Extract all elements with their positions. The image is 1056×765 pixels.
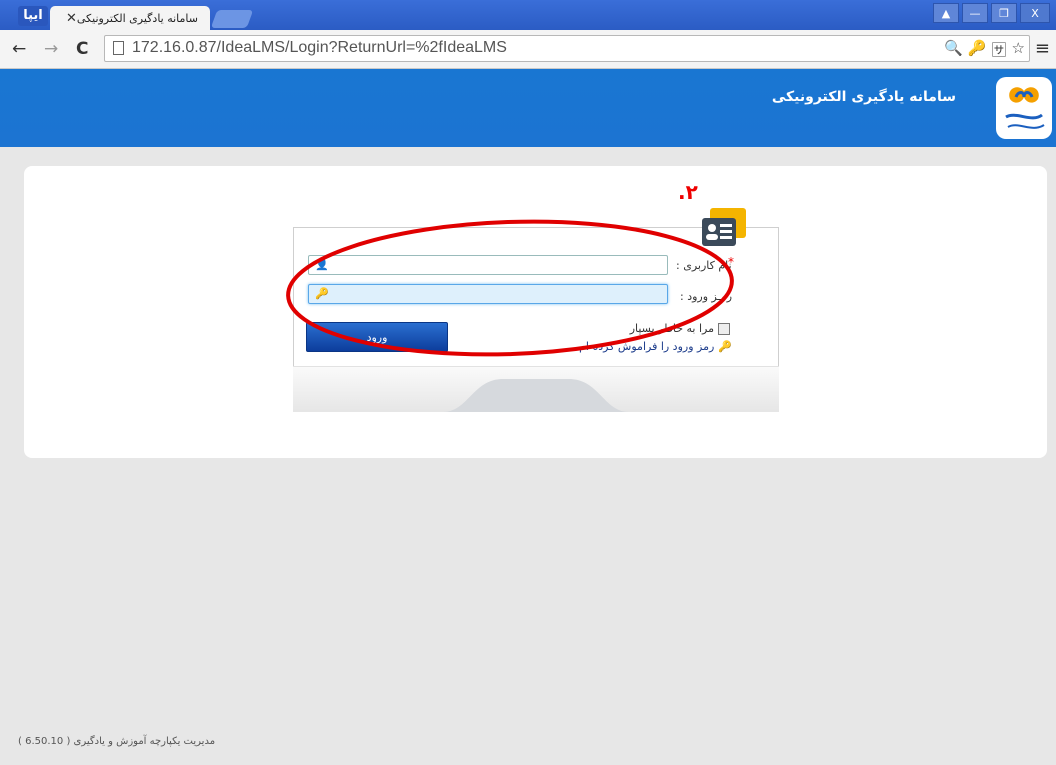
key-icon[interactable]: 🔑 — [968, 39, 987, 60]
remember-me[interactable]: مرا به خاطر بسپار — [630, 322, 730, 335]
tab-close-icon[interactable]: ✕ — [66, 11, 77, 26]
user-card-icon — [700, 208, 746, 248]
url-text[interactable]: 172.16.0.87/IdeaLMS/Login?ReturnUrl=%2fI… — [132, 39, 507, 57]
key-icon: 🔑 — [315, 287, 329, 300]
window-controls: ▲ — ❐ X — [933, 3, 1050, 23]
new-tab-button[interactable] — [210, 10, 254, 28]
forgot-password-label[interactable]: رمز ورود را فراموش کرده ام — [579, 340, 714, 353]
forward-icon[interactable]: → — [44, 39, 58, 59]
back-icon[interactable]: ← — [12, 39, 26, 59]
forgot-password-link[interactable]: 🔑 رمز ورود را فراموش کرده ام — [579, 340, 732, 353]
app-badge-icon: ایپا — [18, 6, 48, 26]
tab-title: سامانه یادگیری الکترونیکی — [76, 11, 198, 25]
translate-icon[interactable]: 🈂 — [992, 39, 1007, 60]
username-label: نام کاربری : — [676, 259, 732, 272]
login-button[interactable]: ورود — [306, 322, 448, 352]
username-input[interactable]: 👤 — [308, 255, 668, 275]
password-label: رمـز ورود : — [680, 290, 733, 303]
annotation-number: .۲ — [678, 180, 698, 204]
reload-icon[interactable]: C — [76, 39, 88, 59]
close-window-button[interactable]: X — [1020, 3, 1050, 23]
remember-label: مرا به خاطر بسپار — [629, 322, 714, 335]
login-panel-footer — [293, 366, 779, 412]
minimize-button[interactable]: — — [962, 3, 988, 23]
footer-version: مدیریت یکپارچه آموزش و یادگیری ( 6.50.10… — [18, 736, 216, 747]
browser-toolbar: ← → C 172.16.0.87/IdeaLMS/Login?ReturnUr… — [0, 30, 1056, 69]
remember-checkbox[interactable] — [718, 322, 730, 335]
site-title: سامانه یادگیری الکترونیکی — [771, 89, 956, 105]
browser-titlebar: ایپا ✕ سامانه یادگیری الکترونیکی ▲ — ❐ X — [0, 0, 1056, 30]
omnibox-icons: 🔍 🔑 🈂 ☆ — [944, 39, 1025, 60]
user-icon[interactable]: ▲ — [933, 3, 959, 23]
restore-button[interactable]: ❐ — [991, 3, 1017, 23]
bookmark-star-icon[interactable]: ☆ — [1012, 39, 1025, 60]
zoom-icon[interactable]: 🔍 — [944, 39, 963, 60]
site-logo — [996, 77, 1052, 139]
page-icon — [113, 41, 124, 55]
user-icon: 👤 — [315, 258, 329, 271]
site-header: سامانه یادگیری الکترونیکی — [0, 69, 1056, 147]
password-input[interactable]: 🔑 — [308, 284, 668, 304]
address-bar[interactable]: 172.16.0.87/IdeaLMS/Login?ReturnUrl=%2fI… — [104, 35, 1030, 62]
menu-icon[interactable]: ≡ — [1035, 38, 1050, 59]
browser-tab[interactable]: ✕ سامانه یادگیری الکترونیکی — [50, 6, 210, 30]
key-icon: 🔑 — [718, 340, 732, 353]
